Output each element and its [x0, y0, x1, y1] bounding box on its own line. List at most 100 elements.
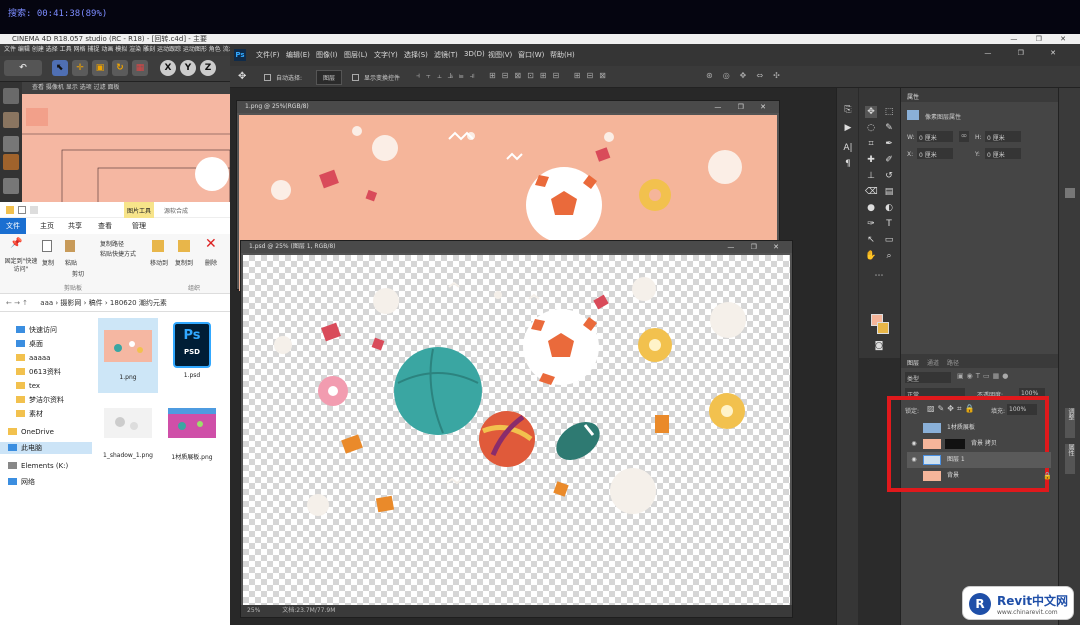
layer-row[interactable]: 背景 🔒 [907, 468, 1052, 484]
more-tools-icon[interactable]: ⋯ [873, 270, 885, 282]
c4d-model-icon[interactable] [3, 112, 19, 128]
menu-filter[interactable]: 滤镜(T) [434, 50, 458, 60]
properties-tab[interactable]: 属性 [907, 92, 919, 101]
dodge-icon[interactable]: ◐ [883, 202, 895, 214]
x-field[interactable]: 0 厘米 [917, 148, 953, 159]
delete-button[interactable]: 删除 [205, 258, 217, 267]
type-icon[interactable]: T [883, 218, 895, 230]
c4d-menu-bar[interactable]: 文件 编辑 创建 选择 工具 网格 捕捉 动画 模拟 渲染 雕刻 运动跟踪 运动… [0, 44, 230, 56]
last-tool-icon[interactable]: ▦ [132, 60, 148, 76]
eraser-icon[interactable]: ⌫ [865, 186, 878, 198]
file-item[interactable]: 1.png [98, 318, 158, 393]
magic-wand-icon[interactable]: ✎ [883, 122, 895, 134]
history-brush-icon[interactable]: ↺ [883, 170, 895, 182]
new-folder-icon[interactable] [30, 206, 38, 214]
actions-icon[interactable]: ▶ [842, 122, 854, 134]
c4d-viewport[interactable] [22, 94, 230, 202]
zoom-icon[interactable]: ⌕ [883, 250, 895, 262]
c4d-window-controls[interactable]: — ❐ ✕ [1010, 34, 1074, 44]
c4d-checker-icon[interactable] [3, 136, 19, 152]
history-icon[interactable]: ⎘ [842, 104, 854, 116]
tab-layers[interactable]: 图层 [907, 358, 919, 367]
nav-0613[interactable]: 0613资料 [16, 366, 61, 378]
menu-type[interactable]: 文字(Y) [374, 50, 398, 60]
doc-window-controls[interactable]: — ❐ ✕ [714, 101, 773, 113]
nav-onedrive[interactable]: OneDrive [8, 426, 54, 438]
address-seg-0[interactable]: aaa [40, 299, 53, 307]
gradient-icon[interactable]: ▤ [883, 186, 895, 198]
nav-mengjie[interactable]: 梦洁尔资料 [16, 394, 64, 406]
lasso-icon[interactable]: ◌ [865, 122, 877, 134]
layer-filter-icons[interactable]: ▣◉T▭▦● [957, 372, 1011, 380]
background-color-swatch[interactable] [877, 322, 889, 334]
menu-layer[interactable]: 图层(L) [344, 50, 367, 60]
blur-icon[interactable]: ● [865, 202, 877, 214]
panel-dock-icon[interactable] [1065, 188, 1075, 198]
adjustments-dock-tab[interactable]: 调整 [1065, 408, 1075, 438]
y-field[interactable]: 0 厘米 [985, 148, 1021, 159]
nav-quick-access[interactable]: 快速访问 [16, 324, 57, 336]
axis-x-button[interactable]: X [160, 60, 176, 76]
menu-file[interactable]: 文件(F) [256, 50, 280, 60]
menu-3d[interactable]: 3D(D) [464, 50, 485, 58]
address-seg-3[interactable]: 180620 潮约元素 [110, 299, 167, 307]
layer-mask-thumbnail[interactable] [945, 439, 965, 449]
path-select-icon[interactable]: ↖ [865, 234, 877, 246]
crop-icon[interactable]: ⌗ [865, 138, 877, 150]
hand-icon[interactable]: ✋ [865, 250, 877, 262]
move-icon[interactable]: ✛ [72, 60, 88, 76]
character-icon[interactable]: A| [842, 142, 854, 154]
doc-window-controls[interactable]: — ❐ ✕ [727, 241, 786, 253]
file-item[interactable]: Ps PSD 1.psd [162, 318, 222, 393]
brush-icon[interactable]: ✐ [883, 154, 895, 166]
show-transform-checkbox[interactable] [352, 74, 359, 81]
c4d-mode-icon[interactable] [3, 88, 19, 104]
pin-icon[interactable]: 📌 [10, 238, 22, 249]
doc-window-psd[interactable]: 1.psd @ 25% (图层 1, RGB/8) — ❐ ✕ 25% 文档:2… [240, 240, 793, 618]
quick-mask-icon[interactable]: ◙ [873, 340, 885, 352]
c4d-viewport-menu[interactable]: 查看 摄像机 显示 选项 过滤 面板 [22, 82, 230, 94]
eye-icon[interactable]: ◉ [909, 452, 919, 468]
c4d-points-icon[interactable] [3, 178, 19, 194]
copy-icon[interactable] [42, 240, 52, 252]
select-icon[interactable]: ⬉ [52, 60, 68, 76]
picture-tools-tab[interactable]: 图片工具 [124, 202, 155, 218]
scale-icon[interactable]: ▣ [92, 60, 108, 76]
file-item[interactable]: 1材质展板.png [162, 396, 222, 471]
tab-channels[interactable]: 通道 [927, 358, 939, 367]
cut-button[interactable]: 剪切 [72, 269, 84, 278]
address-seg-1[interactable]: 摄影网 [60, 299, 81, 307]
fill-field[interactable]: 100% [1007, 404, 1037, 415]
copy-button[interactable]: 复制 [42, 258, 54, 267]
properties-dock-tab[interactable]: 属性 [1065, 444, 1075, 474]
zoom-level[interactable]: 25% [247, 607, 260, 614]
3d-mode-icons[interactable]: ⊛◎✥⇔✣ [706, 71, 790, 80]
lock-icons[interactable]: ▨✎✥⌗🔒 [927, 404, 977, 414]
paste-shortcut-button[interactable]: 粘贴快捷方式 [100, 249, 136, 258]
move-to-button[interactable]: 移动到 [150, 258, 168, 267]
nav-tex[interactable]: tex [16, 380, 40, 392]
doc-info[interactable]: 文档:23.7M/77.9M [282, 607, 335, 614]
shape-icon[interactable]: ▭ [883, 234, 895, 246]
layer-row-selected[interactable]: ◉ 图层 1 [907, 452, 1051, 468]
layer-filter-dropdown[interactable]: 类型 [905, 372, 951, 383]
properties-icon[interactable] [18, 206, 26, 214]
align-icons[interactable]: ⫞⫟⫠⫡⫢⫣ ⊞⊟⊠⊡⊞⊟ ⊞⊟⊠ [416, 71, 612, 81]
move-tool-icon[interactable]: ✥ [238, 71, 246, 82]
delete-icon[interactable]: ✕ [205, 236, 217, 252]
marquee-icon[interactable]: ⬚ [883, 106, 895, 118]
menu-image[interactable]: 图像(I) [316, 50, 338, 60]
nav-network[interactable]: 网络 [8, 476, 35, 488]
copy-to-icon[interactable] [178, 240, 190, 252]
stamp-icon[interactable]: ⊥ [865, 170, 877, 182]
file-item[interactable]: 1_shadow_1.png [98, 396, 158, 471]
tab-manage[interactable]: 管理 [132, 221, 146, 231]
tab-home[interactable]: 主页 [40, 221, 54, 231]
paste-icon[interactable] [65, 240, 75, 252]
nav-aaaaa[interactable]: aaaaa [16, 352, 50, 364]
ps-window-controls[interactable]: — ❐ ✕ [984, 49, 1068, 57]
menu-edit[interactable]: 编辑(E) [286, 50, 310, 60]
address-bar[interactable]: ← → ↑ aaa › 摄影网 › 稿件 › 180620 潮约元素 [0, 294, 230, 312]
axis-z-button[interactable]: Z [200, 60, 216, 76]
healing-icon[interactable]: ✚ [865, 154, 877, 166]
